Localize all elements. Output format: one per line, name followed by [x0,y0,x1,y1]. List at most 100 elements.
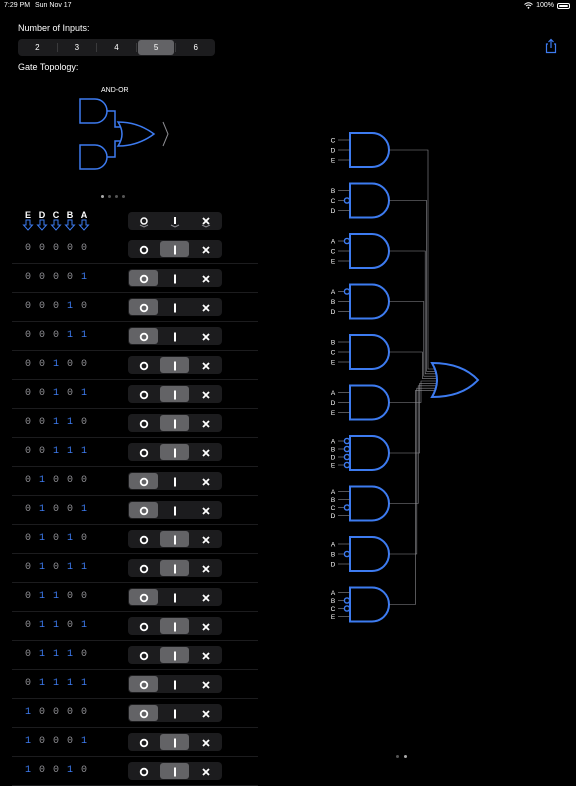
output-selector[interactable] [128,559,222,577]
output-zero-option[interactable] [129,502,158,518]
output-dontcare-option[interactable] [191,734,220,750]
arrow-down-icon[interactable] [22,219,34,231]
arrow-down-icon[interactable] [64,219,76,231]
output-zero-option[interactable] [129,560,158,576]
topology-page-dots[interactable] [101,195,125,198]
output-one-option[interactable] [160,734,189,750]
output-selector[interactable] [128,588,222,606]
output-one-option[interactable] [160,502,189,518]
output-dontcare-option[interactable] [191,473,220,489]
topology-page-dot[interactable] [115,195,118,198]
output-dontcare-option[interactable] [191,531,220,547]
output-dontcare-option[interactable] [191,676,220,692]
output-dontcare-option[interactable] [191,618,220,634]
output-selector[interactable] [128,704,222,722]
arrow-down-icon[interactable] [78,219,90,231]
header-control[interactable] [128,212,222,230]
output-dontcare-option[interactable] [191,589,220,605]
inputs-option-2[interactable]: 2 [19,40,56,55]
output-zero-option[interactable] [129,386,158,402]
output-dontcare-option[interactable] [191,386,220,402]
output-one-option[interactable] [160,415,189,431]
topology-page-dot[interactable] [122,195,125,198]
page-dot[interactable] [404,755,407,758]
output-dontcare-option[interactable] [191,444,220,460]
output-dontcare-option[interactable] [191,299,220,315]
output-dontcare-option[interactable] [191,270,220,286]
output-zero-option[interactable] [129,763,158,779]
arrow-down-icon[interactable] [50,219,62,231]
output-selector[interactable] [128,327,222,345]
header-set-all-one[interactable] [160,213,189,229]
output-one-option[interactable] [160,444,189,460]
output-selector[interactable] [128,298,222,316]
output-one-option[interactable] [160,560,189,576]
topology-page-dot[interactable] [101,195,104,198]
output-selector[interactable] [128,617,222,635]
output-one-option[interactable] [160,763,189,779]
output-selector[interactable] [128,472,222,490]
output-dontcare-option[interactable] [191,763,220,779]
output-one-option[interactable] [160,531,189,547]
topology-preview[interactable]: AND-OR [70,84,180,178]
output-one-option[interactable] [160,299,189,315]
output-zero-option[interactable] [129,705,158,721]
header-set-all-x[interactable] [191,213,220,229]
inputs-option-4[interactable]: 4 [98,40,135,55]
output-dontcare-option[interactable] [191,502,220,518]
output-zero-option[interactable] [129,357,158,373]
output-selector[interactable] [128,356,222,374]
output-selector[interactable] [128,733,222,751]
output-one-option[interactable] [160,473,189,489]
output-dontcare-option[interactable] [191,241,220,257]
output-selector[interactable] [128,646,222,664]
output-selector[interactable] [128,501,222,519]
output-dontcare-option[interactable] [191,647,220,663]
output-one-option[interactable] [160,705,189,721]
arrow-down-icon[interactable] [36,219,48,231]
output-zero-option[interactable] [129,734,158,750]
output-selector[interactable] [128,443,222,461]
output-zero-option[interactable] [129,473,158,489]
inputs-option-3[interactable]: 3 [59,40,96,55]
output-zero-option[interactable] [129,531,158,547]
output-zero-option[interactable] [129,618,158,634]
output-zero-option[interactable] [129,647,158,663]
output-dontcare-option[interactable] [191,415,220,431]
output-selector[interactable] [128,675,222,693]
output-one-option[interactable] [160,270,189,286]
output-one-option[interactable] [160,589,189,605]
output-zero-option[interactable] [129,444,158,460]
output-one-option[interactable] [160,676,189,692]
output-zero-option[interactable] [129,415,158,431]
output-dontcare-option[interactable] [191,705,220,721]
output-dontcare-option[interactable] [191,357,220,373]
output-one-option[interactable] [160,357,189,373]
output-selector[interactable] [128,762,222,780]
output-zero-option[interactable] [129,328,158,344]
header-set-all-zero[interactable] [129,213,158,229]
output-selector[interactable] [128,240,222,258]
output-zero-option[interactable] [129,270,158,286]
page-indicator[interactable] [396,755,407,758]
output-dontcare-option[interactable] [191,560,220,576]
output-one-option[interactable] [160,618,189,634]
output-one-option[interactable] [160,386,189,402]
output-zero-option[interactable] [129,299,158,315]
output-zero-option[interactable] [129,241,158,257]
inputs-option-6[interactable]: 6 [177,40,214,55]
inputs-segmented-control[interactable]: 23456 [18,39,215,56]
share-icon[interactable] [543,38,559,54]
output-selector[interactable] [128,530,222,548]
topology-page-dot[interactable] [108,195,111,198]
output-zero-option[interactable] [129,589,158,605]
page-dot[interactable] [396,755,399,758]
output-dontcare-option[interactable] [191,328,220,344]
output-one-option[interactable] [160,241,189,257]
output-zero-option[interactable] [129,676,158,692]
output-selector[interactable] [128,269,222,287]
output-selector[interactable] [128,385,222,403]
output-one-option[interactable] [160,328,189,344]
inputs-option-5[interactable]: 5 [137,40,175,55]
output-selector[interactable] [128,414,222,432]
